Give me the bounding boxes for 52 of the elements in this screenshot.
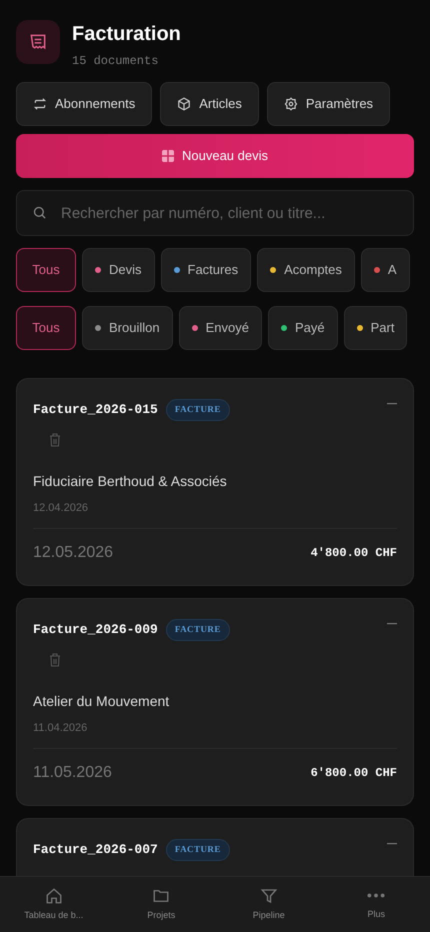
nav-tab[interactable]: Projets	[108, 877, 215, 932]
type-badge: FACTURE	[166, 839, 230, 860]
trash-icon[interactable]	[49, 652, 61, 666]
search-icon	[32, 205, 47, 220]
repeat-icon	[33, 97, 47, 111]
client-name: Fiduciaire Berthoud & Associés	[33, 472, 228, 490]
nav-tab[interactable]: Plus	[322, 877, 430, 932]
trash-icon[interactable]	[49, 432, 61, 446]
filter-chip[interactable]: Tous	[16, 248, 76, 292]
document-count: 15 documents	[72, 53, 160, 70]
invoice-icon	[16, 20, 60, 64]
amount: 4'800.00 CHF	[310, 545, 397, 562]
minus-icon[interactable]	[387, 402, 397, 405]
filter-icon	[260, 886, 278, 905]
toolbar-button[interactable]: Articles	[160, 82, 259, 126]
document-card[interactable]: Facture_2026-015 FACTURE Fiduciaire Berthoud & Associés 12.04.2026 12.05.2026 4'800.00 CHF	[16, 378, 414, 586]
document-card[interactable]: Facture_2026-009 FACTURE Atelier du Mouvement 11.04.2026 11.05.2026 6'800.00 CHF	[16, 598, 414, 806]
page-title: Facturation	[72, 22, 181, 47]
document-number: Facture_2026-015	[33, 401, 158, 419]
type-badge: FACTURE	[166, 619, 230, 640]
home-icon	[44, 886, 63, 905]
filter-chip[interactable]: Part	[344, 306, 408, 350]
filter-chip[interactable]: A	[360, 248, 410, 292]
client-name: Atelier du Mouvement	[33, 692, 170, 710]
toolbar-button[interactable]: Paramètres	[266, 82, 390, 126]
due-date: 12.05.2026	[33, 543, 114, 563]
nav-tab[interactable]: Pipeline	[215, 877, 322, 932]
settings-icon	[284, 97, 298, 111]
issue-date: 11.04.2026	[33, 720, 88, 736]
filter-chip[interactable]: Acomptes	[257, 248, 355, 292]
minus-icon[interactable]	[387, 622, 397, 625]
due-date: 11.05.2026	[33, 763, 112, 783]
plus-icon	[162, 150, 174, 162]
issue-date: 12.04.2026	[33, 500, 90, 516]
filter-chip[interactable]: Payé	[268, 306, 338, 350]
document-card[interactable]: Facture_2026-007 FACTURE	[16, 818, 414, 876]
document-number: Facture_2026-007	[33, 841, 158, 859]
nav-tab[interactable]: Tableau de b...	[0, 877, 108, 932]
filter-chip[interactable]: Tous	[16, 306, 76, 350]
document-number: Facture_2026-009	[33, 621, 158, 639]
amount: 6'800.00 CHF	[310, 765, 397, 782]
filter-chip[interactable]: Envoyé	[178, 306, 262, 350]
filter-chip[interactable]: Devis	[82, 248, 155, 292]
new-quote-button[interactable]: Nouveau devis	[16, 134, 414, 178]
more-icon	[367, 893, 386, 898]
box-icon	[177, 97, 192, 111]
toolbar-button[interactable]: Abonnements	[16, 82, 152, 126]
search-field[interactable]: Rechercher par numéro, client ou titre...	[16, 190, 414, 236]
minus-icon[interactable]	[387, 842, 397, 845]
filter-chip[interactable]: Brouillon	[82, 306, 173, 350]
type-badge: FACTURE	[166, 399, 230, 420]
filter-chip[interactable]: Factures	[160, 248, 252, 292]
